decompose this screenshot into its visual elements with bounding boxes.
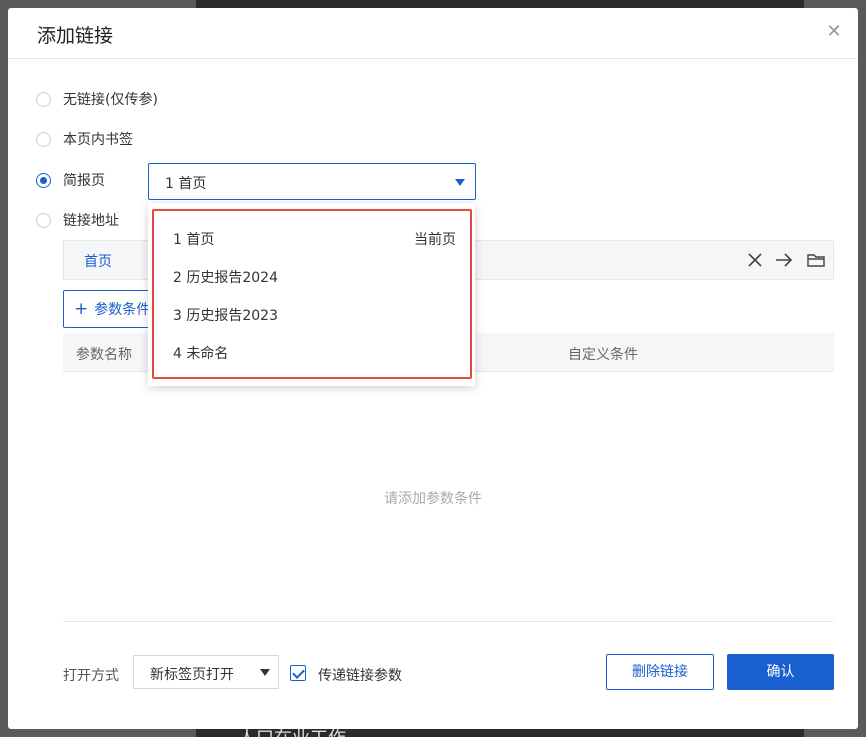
col-param-name: 参数名称 xyxy=(76,347,132,363)
radio-label: 链接地址 xyxy=(63,213,119,229)
page-select[interactable]: 1 首页 xyxy=(148,163,476,200)
caret-down-icon xyxy=(455,179,465,186)
dropdown-item-label: 2 历史报告2024 xyxy=(173,270,278,286)
open-mode-select[interactable]: 新标签页打开 xyxy=(133,655,279,689)
col-custom-condition: 自定义条件 xyxy=(568,347,638,363)
page-dropdown: 1 首页 当前页 2 历史报告2024 3 历史报告2023 4 未命名 xyxy=(148,203,475,386)
empty-params-text: 请添加参数条件 xyxy=(384,491,482,507)
page-select-value: 1 首页 xyxy=(165,176,207,192)
folder-icon[interactable] xyxy=(806,250,826,270)
radio-label: 本页内书签 xyxy=(63,132,133,148)
close-icon[interactable]: ✕ xyxy=(824,22,844,42)
clear-icon[interactable] xyxy=(745,250,765,270)
footer-divider xyxy=(63,621,834,622)
dialog-header: 添加链接 ✕ xyxy=(8,8,858,59)
radio-no-link[interactable]: 无链接(仅传参) xyxy=(36,88,158,110)
radio-report-page[interactable]: 简报页 xyxy=(36,169,105,191)
current-page-badge: 当前页 xyxy=(414,232,456,248)
add-param-label: 参数条件 xyxy=(94,302,151,318)
plus-icon: + xyxy=(74,299,89,319)
dropdown-item[interactable]: 1 首页 当前页 xyxy=(160,224,460,252)
radio-circle[interactable] xyxy=(36,91,51,107)
radio-circle[interactable] xyxy=(36,212,51,228)
radio-bookmark[interactable]: 本页内书签 xyxy=(36,128,133,150)
radio-circle-checked[interactable] xyxy=(36,172,51,188)
caret-down-icon xyxy=(260,669,270,676)
arrow-right-icon[interactable] xyxy=(774,250,794,270)
radio-circle[interactable] xyxy=(36,131,51,147)
confirm-button[interactable]: 确认 xyxy=(727,654,834,690)
radio-label: 简报页 xyxy=(63,173,105,189)
dropdown-item-label: 4 未命名 xyxy=(173,346,229,362)
link-target-text[interactable]: 首页 xyxy=(84,251,112,271)
dialog-title: 添加链接 xyxy=(37,25,114,47)
dropdown-item[interactable]: 4 未命名 xyxy=(160,338,460,366)
pass-params-checkbox[interactable] xyxy=(290,665,306,681)
dropdown-item-label: 1 首页 xyxy=(173,232,215,248)
dropdown-item[interactable]: 3 历史报告2023 xyxy=(160,300,460,328)
open-mode-label: 打开方式 xyxy=(63,668,119,684)
radio-url[interactable]: 链接地址 xyxy=(36,209,119,231)
radio-label: 无链接(仅传参) xyxy=(63,92,158,108)
open-mode-value: 新标签页打开 xyxy=(150,667,234,683)
delete-link-button[interactable]: 删除链接 xyxy=(606,654,714,690)
dropdown-item[interactable]: 2 历史报告2024 xyxy=(160,262,460,290)
dropdown-item-label: 3 历史报告2023 xyxy=(173,308,278,324)
pass-params-label: 传递链接参数 xyxy=(318,668,402,684)
